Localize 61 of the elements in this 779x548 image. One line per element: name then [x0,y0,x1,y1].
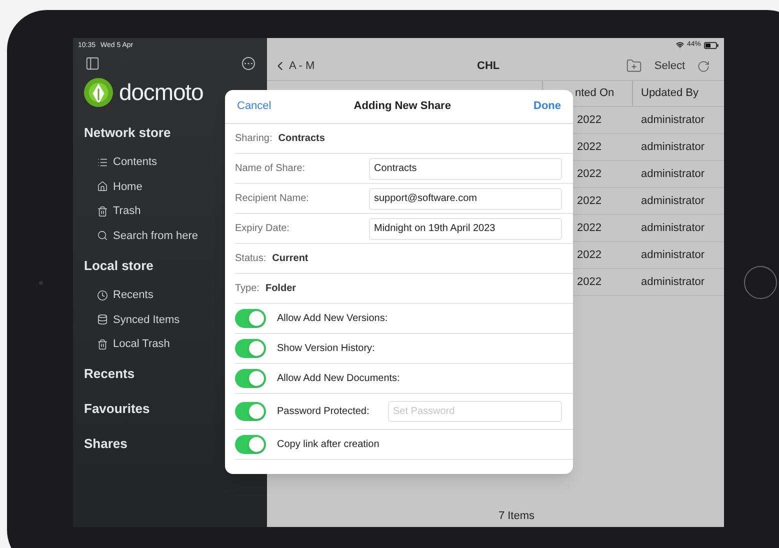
field-label: Name of Share: [235,162,306,176]
input-field[interactable]: Midnight on 19th April 2023 [369,218,562,240]
toggle-label: Allow Add New Versions: [277,312,388,326]
table-cell-text: 2022 [576,112,602,128]
toggle-switch[interactable] [235,369,266,388]
cancel-button[interactable]: Cancel [237,98,272,115]
table-cell-text: administrator [640,248,705,263]
toggle-label: Allow Add New Documents: [277,372,400,386]
item-count: 7 Items [497,508,535,524]
field-label: Recipient Name: [235,192,310,206]
logo-icon [83,76,114,108]
field-label: Status: [235,252,266,266]
toggle-switch[interactable] [235,402,266,421]
sidebar-toggle-icon[interactable] [85,56,100,70]
field-value: Current [272,252,308,266]
toggle-switch[interactable] [235,339,266,358]
table-cell-text: administrator [640,220,705,236]
table-cell-text: administrator [640,166,705,182]
search-icon [97,230,108,242]
battery-icon [704,42,719,48]
nav-title: CHL [477,58,500,74]
table-cell-text: 2022 [576,140,602,155]
trash-icon [97,338,108,350]
table-cell-text: administrator [640,140,705,155]
toggle-switch[interactable] [235,309,266,328]
table-cell-text: 2022 [576,194,602,209]
camera-ring [744,266,777,299]
field-value: Contracts [278,132,325,146]
logo-text: docmoto [119,78,204,107]
toggle-label: Show Version History: [277,342,375,356]
table-cell-text: 2022 [576,248,602,263]
table-cell-text: 2022 [576,166,602,182]
table-cell-text: administrator [640,112,705,128]
trash-icon [97,206,108,217]
password-field[interactable]: Set Password [388,401,562,422]
sidebar-item[interactable]: Synced Items [84,308,267,332]
dialog-title: Adding New Share [354,99,451,114]
folder-add-icon[interactable] [626,58,642,74]
refresh-icon[interactable] [697,60,710,72]
wifi-icon [676,41,684,49]
database-icon [97,314,108,326]
table-cell-text: 2022 [576,220,602,236]
column-header[interactable]: Updated By [633,85,698,102]
field-label: Expiry Date: [235,222,290,236]
table-cell-text: 2022 [576,274,602,290]
input-field[interactable]: support@software.com [369,188,562,210]
input-field[interactable]: Contracts [369,158,562,180]
sidebar-item[interactable]: Local Trash [84,332,267,356]
field-label: Sharing: [235,132,272,146]
table-cell-text: administrator [640,194,705,209]
back-button[interactable]: A - M [273,58,315,74]
field-label: Type: [235,282,260,296]
select-button[interactable]: Select [654,58,685,74]
toggle-label: Copy link after creation [277,438,380,452]
toggle-switch[interactable] [235,435,266,454]
house-icon [97,181,108,192]
clock-icon [97,290,108,301]
table-cell-text: administrator [640,274,705,290]
more-icon[interactable] [242,56,255,70]
toggle-label: Password Protected: [277,405,370,419]
field-value: Folder [265,282,296,296]
